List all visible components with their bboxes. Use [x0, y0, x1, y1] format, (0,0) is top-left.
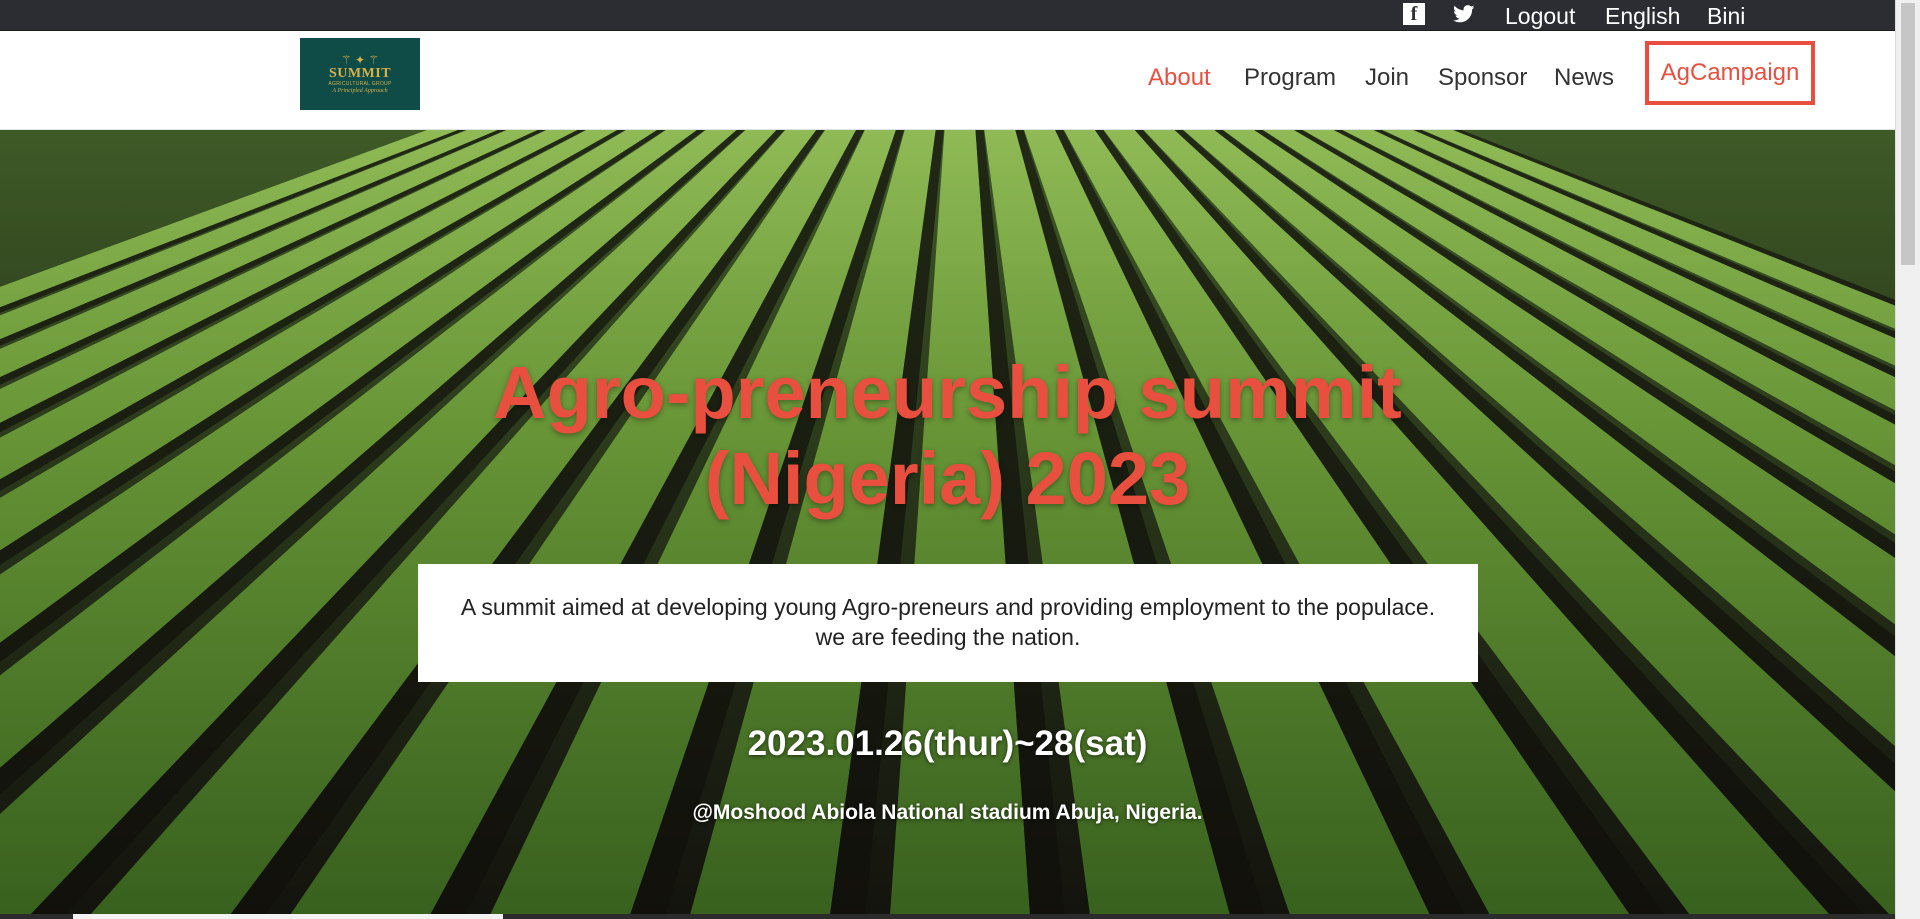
vertical-scrollbar-thumb[interactable] [1901, 3, 1915, 265]
vertical-scrollbar[interactable] [1895, 0, 1920, 919]
nav-item-sponsor[interactable]: Sponsor [1438, 64, 1527, 92]
logo-brand: SUMMIT [328, 65, 392, 81]
logo-emblem-icon: ⚚ ✦ ⚚ [340, 52, 380, 67]
nav-item-join[interactable]: Join [1365, 64, 1409, 92]
event-venue: @Moshood Abiola National stadium Abuja, … [692, 801, 1203, 824]
horizontal-scrollbar[interactable] [0, 914, 1895, 919]
logout-link[interactable]: Logout [1505, 2, 1575, 30]
site-header: ⚚ ✦ ⚚ SUMMIT AGRICULTURAL GROUP A Princi… [0, 31, 1895, 130]
farm-field-background-image [0, 130, 1895, 915]
facebook-icon[interactable]: f [1403, 3, 1425, 25]
nav-item-about[interactable]: About [1148, 64, 1211, 92]
nav-item-news[interactable]: News [1554, 64, 1614, 92]
hero-description-box: A summit aimed at developing young Agro-… [418, 564, 1478, 682]
nav-item-program[interactable]: Program [1244, 64, 1336, 92]
hero-title: Agro-preneurship summit (Nigeria) 2023 [0, 350, 1895, 522]
hero-description-line-2: we are feeding the nation. [815, 624, 1081, 650]
hero-title-line-2: (Nigeria) 2023 [704, 437, 1191, 520]
logo-tagline: A Principled Approach [332, 87, 388, 94]
event-date: 2023.01.26(thur)~28(sat) [747, 724, 1148, 763]
hero-section: Agro-preneurship summit (Nigeria) 2023 A… [0, 130, 1895, 915]
twitter-icon[interactable] [1453, 3, 1475, 25]
summit-logo[interactable]: ⚚ ✦ ⚚ SUMMIT AGRICULTURAL GROUP A Princi… [300, 38, 420, 110]
agcampaign-button[interactable]: AgCampaign [1645, 41, 1815, 105]
hero-description-line-1: A summit aimed at developing young Agro-… [460, 594, 1436, 620]
top-utility-bar: f Logout English Bini [0, 0, 1895, 31]
language-bini-link[interactable]: Bini [1707, 2, 1745, 30]
language-english-link[interactable]: English [1605, 2, 1680, 30]
hero-title-line-1: Agro-preneurship summit [493, 351, 1402, 434]
horizontal-scrollbar-thumb[interactable] [73, 914, 503, 919]
